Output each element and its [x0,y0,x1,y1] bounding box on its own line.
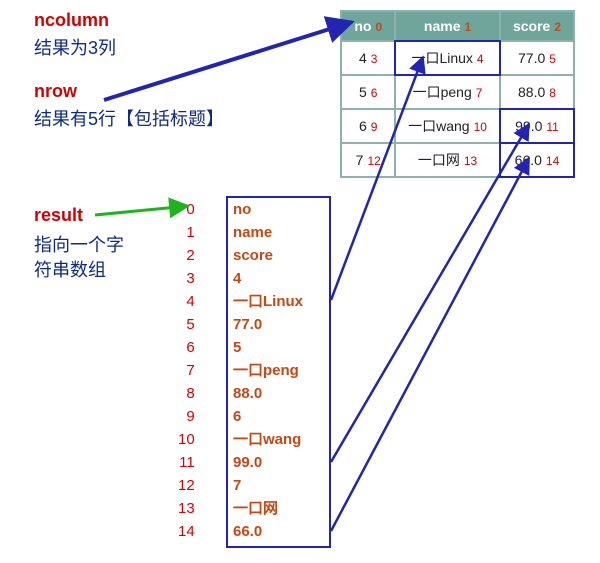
db-cell-val: 一口wang [408,118,469,134]
db-th-idx: 0 [375,20,382,34]
db-cell-idx: 9 [371,120,378,134]
db-cell: 77.05 [500,41,574,75]
arrow-blue-to-header [104,22,352,100]
db-cell: 69 [341,109,395,143]
db-cell-idx: 6 [371,86,378,100]
arr-idx: 4 [178,290,195,313]
arr-idx: 10 [178,428,195,451]
db-cell-idx: 14 [546,154,559,168]
db-cell: 66.0 14 [500,143,574,177]
arr-idx: 0 [178,198,195,221]
arr-val: 5 [233,336,303,359]
db-cell-idx: 8 [549,86,556,100]
arr-val: 7 [233,474,303,497]
db-cell: 43 [341,41,395,75]
arr-idx: 8 [178,382,195,405]
arr-val: no [233,198,303,221]
arr-idx: 1 [178,221,195,244]
arr-idx: 14 [178,520,195,543]
arr-idx: 6 [178,336,195,359]
db-cell: 99.0 11 [500,109,574,143]
arrow-blue-item14 [331,158,529,531]
arr-val: 99.0 [233,451,303,474]
diagram-stage: ncolumn 结果为3列 nrow 结果有5行【包括标题】 result 指向… [0,0,600,563]
db-cell-val: 77.0 [518,50,545,66]
arr-val: 一口网 [233,497,303,520]
string-array-indices: 0 1 2 3 4 5 6 7 8 9 10 11 12 13 14 [178,198,195,543]
db-cell-idx: 5 [549,52,556,66]
arr-val: name [233,221,303,244]
arr-idx: 12 [178,474,195,497]
nrow-desc: 结果有5行【包括标题】 [34,105,224,131]
db-th-label: score [513,18,550,34]
db-cell: 88.08 [500,75,574,109]
arr-idx: 9 [178,405,195,428]
arr-val: 88.0 [233,382,303,405]
db-cell-idx: 7 [476,86,483,100]
db-cell-val: 6 [359,118,367,134]
arr-val: 一口wang [233,428,303,451]
result-keyword: result [34,205,83,226]
arr-val: 6 [233,405,303,428]
arr-val: 77.0 [233,313,303,336]
db-th-label: name [424,18,461,34]
db-cell-idx: 12 [367,154,380,168]
nrow-keyword: nrow [34,81,77,102]
ncolumn-desc: 结果为3列 [34,34,116,60]
db-cell-idx: 3 [371,52,378,66]
db-cell: 一口Linux 4 [395,41,500,75]
db-th-name: name1 [395,11,500,41]
db-cell-idx: 4 [477,52,484,66]
db-th-label: no [354,18,371,34]
arr-idx: 7 [178,359,195,382]
arr-val: 4 [233,267,303,290]
arr-idx: 5 [178,313,195,336]
db-cell: 56 [341,75,395,109]
db-cell-val: 99.0 [515,118,542,134]
db-cell: 一口网 13 [395,143,500,177]
db-cell: 一口wang 10 [395,109,500,143]
db-cell-idx: 10 [474,120,487,134]
arr-val: score [233,244,303,267]
arr-idx: 2 [178,244,195,267]
db-table: no0 name1 score2 43 一口Linux4 77.05 56 一口… [340,10,575,178]
db-th-score: score 2 [500,11,574,41]
result-desc-2: 符串数组 [34,256,106,282]
db-th-idx: 2 [554,20,561,34]
db-cell-val: 一口Linux [411,50,472,66]
arr-idx: 11 [178,451,195,474]
db-cell-val: 7 [356,152,364,168]
result-desc-1: 指向一个字 [34,231,124,257]
db-cell: 一口peng 7 [395,75,500,109]
db-cell-val: 88.0 [518,84,545,100]
db-cell-val: 5 [359,84,367,100]
db-cell-idx: 13 [464,154,477,168]
arr-idx: 13 [178,497,195,520]
db-cell: 712 [341,143,395,177]
db-cell-val: 66.0 [515,152,542,168]
arrow-green-result [95,206,188,215]
db-cell-val: 一口网 [418,152,460,168]
arr-idx: 3 [178,267,195,290]
db-cell-val: 4 [359,50,367,66]
db-th-no: no 0 [341,11,395,41]
db-cell-idx: 11 [546,120,558,134]
ncolumn-keyword: ncolumn [34,10,109,31]
db-th-idx: 1 [464,20,471,34]
arr-val: 一口peng [233,359,303,382]
db-cell-val: 一口peng [413,84,472,100]
arr-val: 一口Linux [233,290,303,313]
arr-val: 66.0 [233,520,303,543]
string-array-values: no name score 4 一口Linux 77.0 5 一口peng 88… [233,198,303,543]
